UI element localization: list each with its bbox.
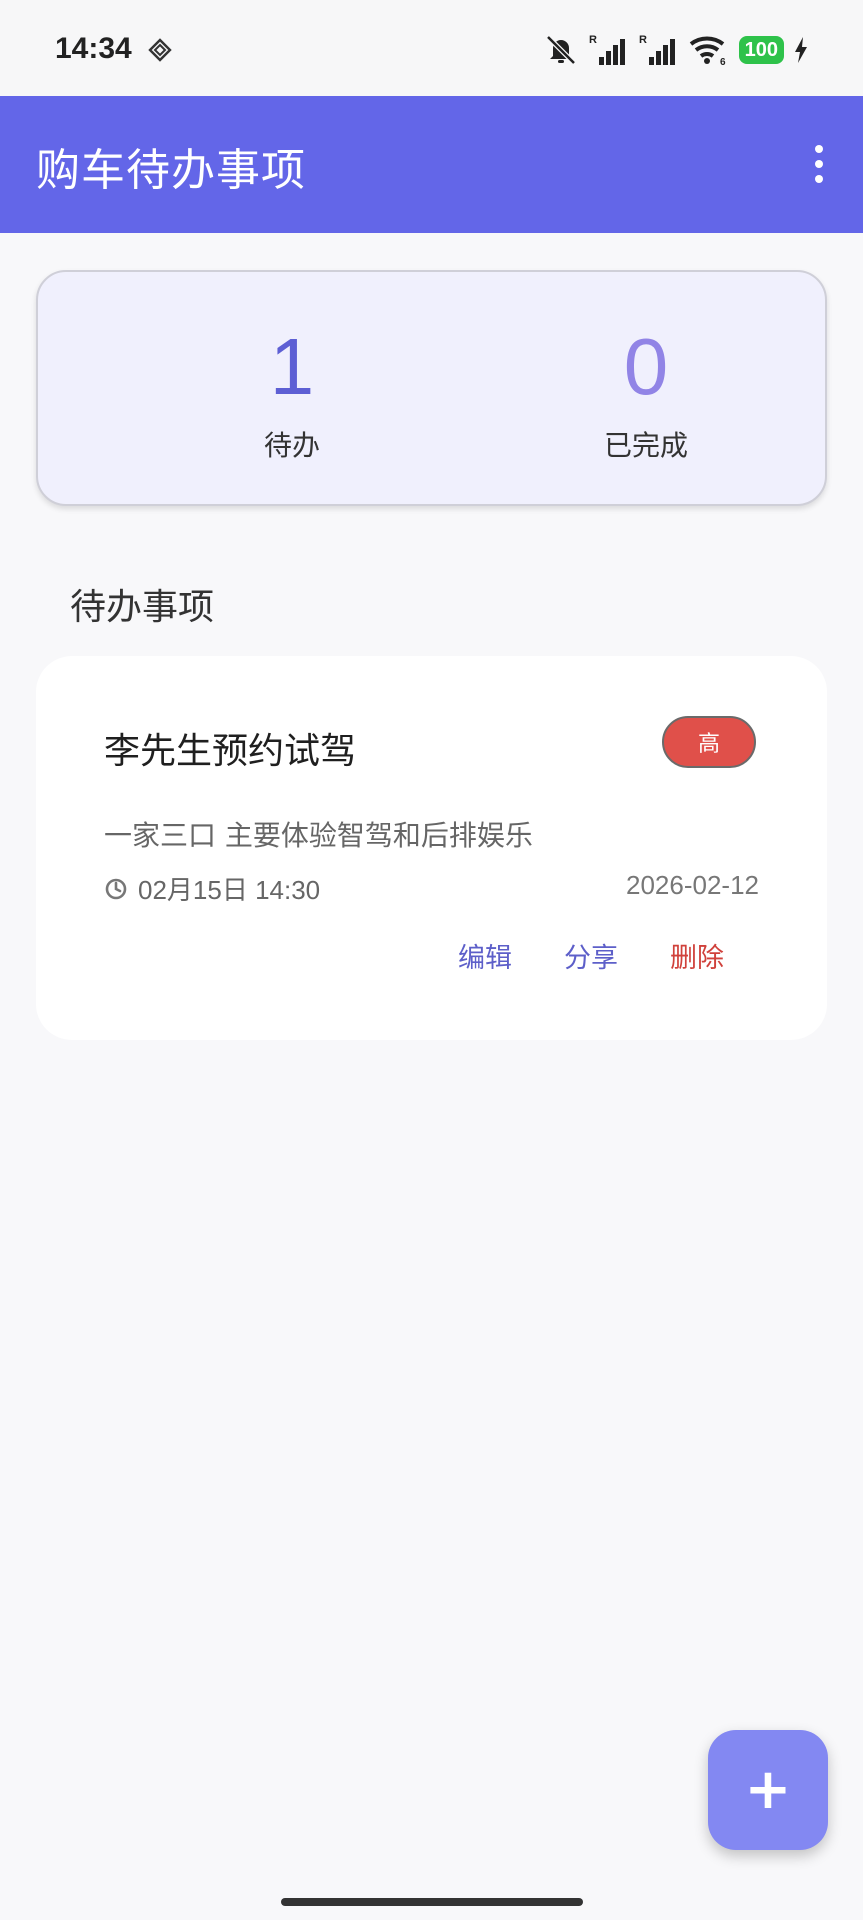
battery-icon: 100 bbox=[738, 36, 784, 64]
todo-card[interactable]: 李先生预约试驾 高 一家三口 主要体验智驾和后排娱乐 02月15日 14:30 … bbox=[36, 656, 827, 1040]
svg-text:6: 6 bbox=[720, 57, 726, 66]
delete-button[interactable]: 删除 bbox=[670, 936, 724, 975]
signal-r-icon: R bbox=[639, 34, 675, 65]
done-stat[interactable]: 0 已完成 bbox=[546, 322, 746, 464]
clock-icon bbox=[105, 878, 127, 899]
pending-stat[interactable]: 1 待办 bbox=[192, 322, 392, 464]
menu-dot bbox=[815, 175, 823, 183]
todo-description: 一家三口 主要体验智驾和后排娱乐 bbox=[104, 819, 533, 852]
todo-date: 2026-02-12 bbox=[626, 870, 759, 900]
priority-badge: 高 bbox=[662, 716, 756, 768]
status-bar: 14:34 R R 6 100 bbox=[0, 0, 863, 96]
edit-button[interactable]: 编辑 bbox=[458, 936, 512, 975]
share-button[interactable]: 分享 bbox=[564, 936, 618, 975]
home-indicator[interactable] bbox=[281, 1898, 583, 1906]
svg-text:R: R bbox=[589, 34, 597, 46]
todo-actions: 编辑 分享 删除 bbox=[458, 936, 724, 975]
wifi-6-icon: 6 bbox=[689, 36, 726, 66]
todo-time-row: 02月15日 14:30 bbox=[104, 870, 320, 907]
signal-r-icon: R bbox=[589, 34, 625, 65]
menu-dot bbox=[815, 160, 823, 168]
pending-label: 待办 bbox=[263, 429, 320, 462]
done-label: 已完成 bbox=[603, 429, 688, 462]
section-title: 待办事项 bbox=[70, 587, 215, 628]
todo-time: 02月15日 14:30 bbox=[138, 875, 321, 905]
svg-text:R: R bbox=[639, 34, 647, 46]
plus-icon: + bbox=[744, 1757, 792, 1822]
mute-icon bbox=[545, 35, 576, 65]
diamond-icon bbox=[148, 38, 172, 62]
stats-card: 1 待办 0 已完成 bbox=[36, 270, 827, 506]
menu-dot bbox=[815, 145, 823, 153]
done-count: 0 bbox=[623, 322, 669, 411]
app-bar: 购车待办事项 bbox=[0, 96, 863, 233]
todo-title: 李先生预约试驾 bbox=[104, 731, 357, 772]
pending-count: 1 bbox=[269, 322, 315, 411]
status-time: 14:34 bbox=[55, 32, 132, 65]
more-vert-icon[interactable] bbox=[799, 136, 839, 192]
add-todo-button[interactable]: + bbox=[708, 1730, 828, 1850]
charging-icon bbox=[795, 37, 807, 63]
page-title: 购车待办事项 bbox=[36, 145, 306, 196]
